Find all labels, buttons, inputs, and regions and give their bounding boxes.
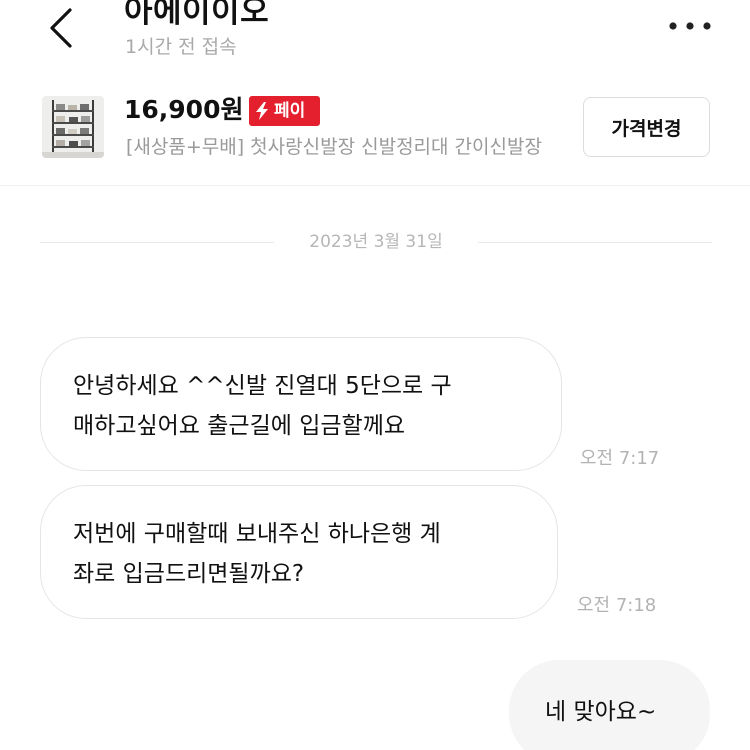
chat-header: 아에이이오 1시간 전 접속 [0, 0, 750, 80]
sent-message-bubble[interactable]: 네 맞아요~ [509, 660, 710, 750]
product-price: 16,900원 [124, 95, 244, 124]
product-title: [새상품+무배] 첫사랑신발장 신발정리대 간이신발장 [126, 136, 542, 158]
chat-partner-name: 아에이이오 [124, 0, 270, 30]
shoe-rack-image-icon [42, 96, 104, 158]
last-seen-status: 1시간 전 접속 [125, 36, 237, 58]
message-timestamp: 오전 7:18 [577, 595, 657, 616]
message-text-line: 안녕하세요 ^^신발 진열대 5단으로 구 [73, 373, 452, 399]
pay-badge: 페이 [249, 96, 320, 126]
more-options-button[interactable] [665, 12, 715, 40]
pay-badge-label: 페이 [274, 101, 306, 121]
back-button[interactable] [40, 4, 84, 48]
date-divider-right [478, 242, 712, 243]
chevron-left-icon [50, 8, 72, 48]
change-price-button[interactable]: 가격변경 [583, 97, 710, 157]
more-horizontal-icon [669, 22, 711, 30]
lightning-bolt-icon [256, 102, 268, 120]
received-message-bubble[interactable]: 안녕하세요 ^^신발 진열대 5단으로 구 매하고싶어요 출근길에 입금할께요 [40, 337, 562, 471]
message-text-line: 매하고싶어요 출근길에 입금할께요 [73, 413, 406, 439]
message-timestamp: 오전 7:17 [580, 448, 660, 469]
product-card[interactable]: 16,900원 페이 [새상품+무배] 첫사랑신발장 신발정리대 간이신발장 가… [0, 88, 750, 188]
message-text-line: 저번에 구매할때 보내주신 하나은행 계 [73, 521, 441, 547]
product-thumbnail[interactable] [42, 96, 104, 158]
message-text-line: 네 맞아요~ [545, 699, 657, 725]
date-separator: 2023년 3월 31일 [40, 230, 712, 254]
received-message-bubble[interactable]: 저번에 구매할때 보내주신 하나은행 계 좌로 입금드리면될까요? [40, 485, 558, 619]
message-text-line: 좌로 입금드리면될까요? [73, 561, 305, 587]
product-divider [0, 185, 750, 186]
